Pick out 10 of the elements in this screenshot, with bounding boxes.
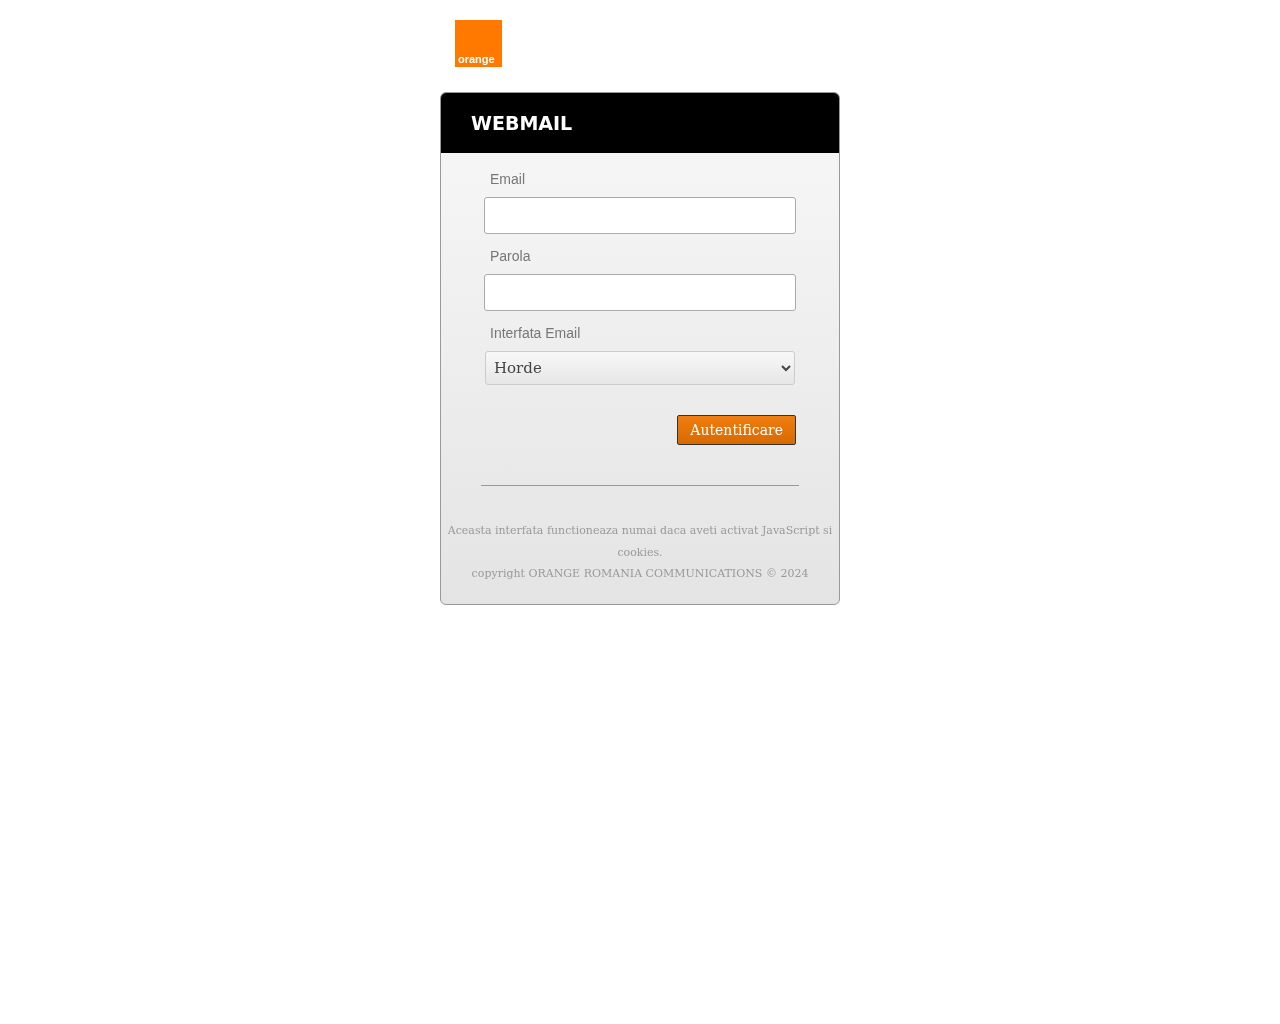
interface-dropdown[interactable]: Horde xyxy=(485,351,795,385)
email-field[interactable] xyxy=(484,197,796,234)
field-label: Interfata Email xyxy=(490,325,582,341)
logo: orange xyxy=(455,20,502,67)
copyright-text: copyright ORANGE ROMANIA COMMUNICATIONS © 2024 xyxy=(470,566,810,582)
password-field[interactable] xyxy=(484,274,796,311)
header-title: WEBMAIL xyxy=(471,112,573,134)
field-label: Email xyxy=(490,171,526,187)
notice-text: Aceasta interfata functioneaza numai daca aveti activat JavaScript si cookies. xyxy=(447,523,833,561)
field-label: Parola xyxy=(490,248,532,264)
